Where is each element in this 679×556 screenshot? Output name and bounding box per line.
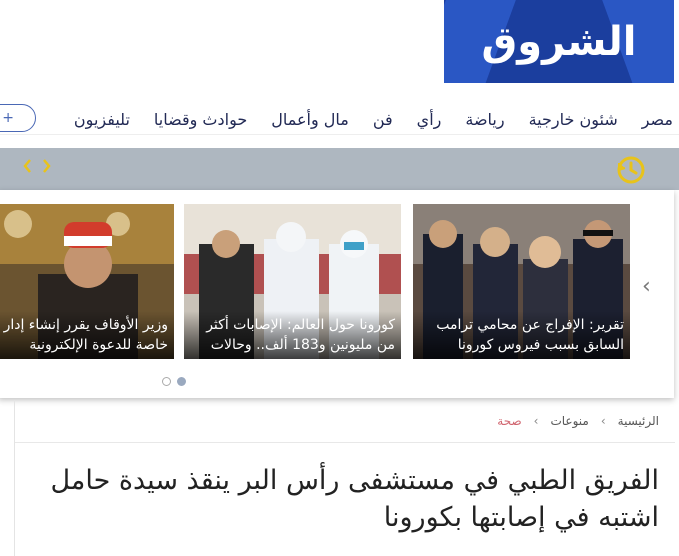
- nav-item-sports[interactable]: رياضة: [465, 110, 504, 129]
- article-title: الفريق الطبي في مستشفى رأس البر ينقذ سيد…: [19, 462, 659, 536]
- breadcrumb-separator-icon: ›: [600, 414, 606, 428]
- article-panel: الرئيسية › منوعات › صحة الفريق الطبي في …: [14, 400, 675, 556]
- breadcrumb-separator-icon: ›: [533, 414, 539, 428]
- nav-item-art[interactable]: فن: [373, 110, 393, 129]
- history-icon[interactable]: [614, 153, 648, 187]
- slider-dot-active[interactable]: [177, 377, 186, 386]
- breadcrumb-home[interactable]: الرئيسية: [618, 414, 659, 428]
- ticker-arrows[interactable]: [22, 156, 56, 176]
- slider-dots: [162, 377, 186, 386]
- slide-corona-world[interactable]: كورونا حول العالم: الإصابات أكثر من مليو…: [184, 204, 401, 359]
- nav-item-crime[interactable]: حوادث وقضايا: [154, 110, 247, 129]
- nav-item-egypt[interactable]: مصر: [642, 110, 673, 129]
- breadcrumb-current[interactable]: صحة: [497, 414, 521, 428]
- slide-awqaf-minister[interactable]: وزير الأوقاف يقرر إنشاء إدار خاصة للدعوة…: [0, 204, 174, 359]
- logo-text: الشروق: [481, 18, 638, 65]
- nav-item-opinion[interactable]: رأي: [417, 110, 442, 129]
- slider-next-icon[interactable]: ›: [642, 274, 651, 299]
- slide-caption-line1: وزير الأوقاف يقرر إنشاء إدار: [3, 317, 168, 333]
- breadcrumb-section[interactable]: منوعات: [550, 414, 588, 428]
- article-title-line2: اشتبه في إصابتها بكورونا: [383, 502, 659, 533]
- article-title-line1: الفريق الطبي في مستشفى رأس البر ينقذ سيد…: [50, 465, 659, 496]
- slide-caption-line1: تقرير: الإفراج عن محامي ترامب: [436, 317, 624, 333]
- slide-caption: تقرير: الإفراج عن محامي ترامب السابق بسب…: [413, 311, 630, 359]
- slide-caption-line2: السابق بسبب فيروس كورونا: [457, 337, 624, 353]
- news-slider: تقرير: الإفراج عن محامي ترامب السابق بسب…: [0, 190, 674, 398]
- slide-caption-line1: كورونا حول العالم: الإصابات أكثر: [206, 317, 395, 333]
- nav-item-tv[interactable]: تليفزيون: [74, 110, 130, 129]
- slide-caption-line2: خاصة للدعوة الإلكترونية: [29, 337, 168, 353]
- main-nav: مصر شئون خارجية رياضة رأي فن مال وأعمال …: [0, 104, 679, 135]
- slide-trump-lawyer[interactable]: تقرير: الإفراج عن محامي ترامب السابق بسب…: [413, 204, 630, 359]
- slide-caption: وزير الأوقاف يقرر إنشاء إدار خاصة للدعوة…: [0, 311, 174, 359]
- site-logo[interactable]: الشروق: [444, 0, 674, 83]
- breadcrumb: الرئيسية › منوعات › صحة: [497, 414, 659, 428]
- nav-item-foreign-affairs[interactable]: شئون خارجية: [529, 110, 618, 129]
- slide-caption: كورونا حول العالم: الإصابات أكثر من مليو…: [184, 311, 401, 359]
- latest-news-band: [0, 148, 679, 190]
- slide-caption-line2: من مليونين و183 ألف.. وحالات: [210, 337, 395, 353]
- slider-dot[interactable]: [162, 377, 171, 386]
- nav-item-business[interactable]: مال وأعمال: [271, 110, 349, 129]
- divider: [15, 442, 675, 443]
